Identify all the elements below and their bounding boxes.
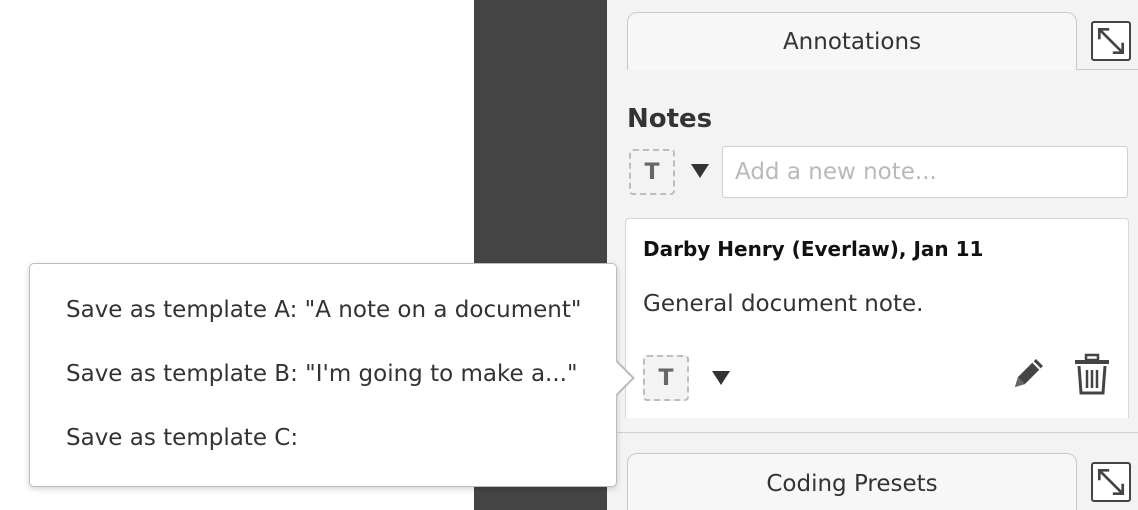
template-menu-popover: Save as template A: "A note on a documen… [29, 263, 617, 487]
tab-coding-presets-label: Coding Presets [766, 470, 938, 497]
tab-baseline [1077, 69, 1138, 70]
popover-arrow-fill [615, 361, 632, 395]
tab-annotations[interactable]: Annotations [627, 12, 1077, 70]
delete-note-button[interactable] [1072, 353, 1112, 395]
edit-note-button[interactable] [1009, 353, 1049, 393]
menu-item-template-a[interactable]: Save as template A: "A note on a documen… [66, 297, 581, 323]
note-body: General document note. [643, 291, 924, 317]
expand-coding-presets-button[interactable] [1091, 462, 1131, 502]
trash-icon [1075, 353, 1109, 395]
template-icon: T [644, 159, 660, 185]
note-card-template-button[interactable]: T [643, 355, 689, 401]
caret-down-icon[interactable] [691, 164, 709, 178]
pencil-icon [1015, 359, 1043, 387]
note-author: Darby Henry (Everlaw), Jan 11 [643, 237, 984, 261]
tab-coding-presets[interactable]: Coding Presets [627, 453, 1077, 510]
menu-item-template-b[interactable]: Save as template B: "I'm going to make a… [66, 361, 578, 387]
note-card: Darby Henry (Everlaw), Jan 11 General do… [625, 218, 1129, 418]
panel-separator [607, 432, 1138, 433]
tab-annotations-label: Annotations [782, 28, 922, 55]
note-template-button[interactable]: T [629, 149, 675, 195]
notes-title: Notes [627, 104, 713, 134]
annotations-panel: Annotations Notes T Darby Henry (Everlaw… [607, 0, 1138, 510]
expand-annotations-button[interactable] [1091, 21, 1131, 61]
caret-down-icon[interactable] [712, 371, 730, 385]
menu-item-template-c[interactable]: Save as template C: [66, 425, 298, 451]
expand-icon [1097, 27, 1125, 55]
new-note-input[interactable] [722, 146, 1128, 198]
template-icon: T [658, 365, 674, 391]
expand-icon [1097, 468, 1125, 496]
